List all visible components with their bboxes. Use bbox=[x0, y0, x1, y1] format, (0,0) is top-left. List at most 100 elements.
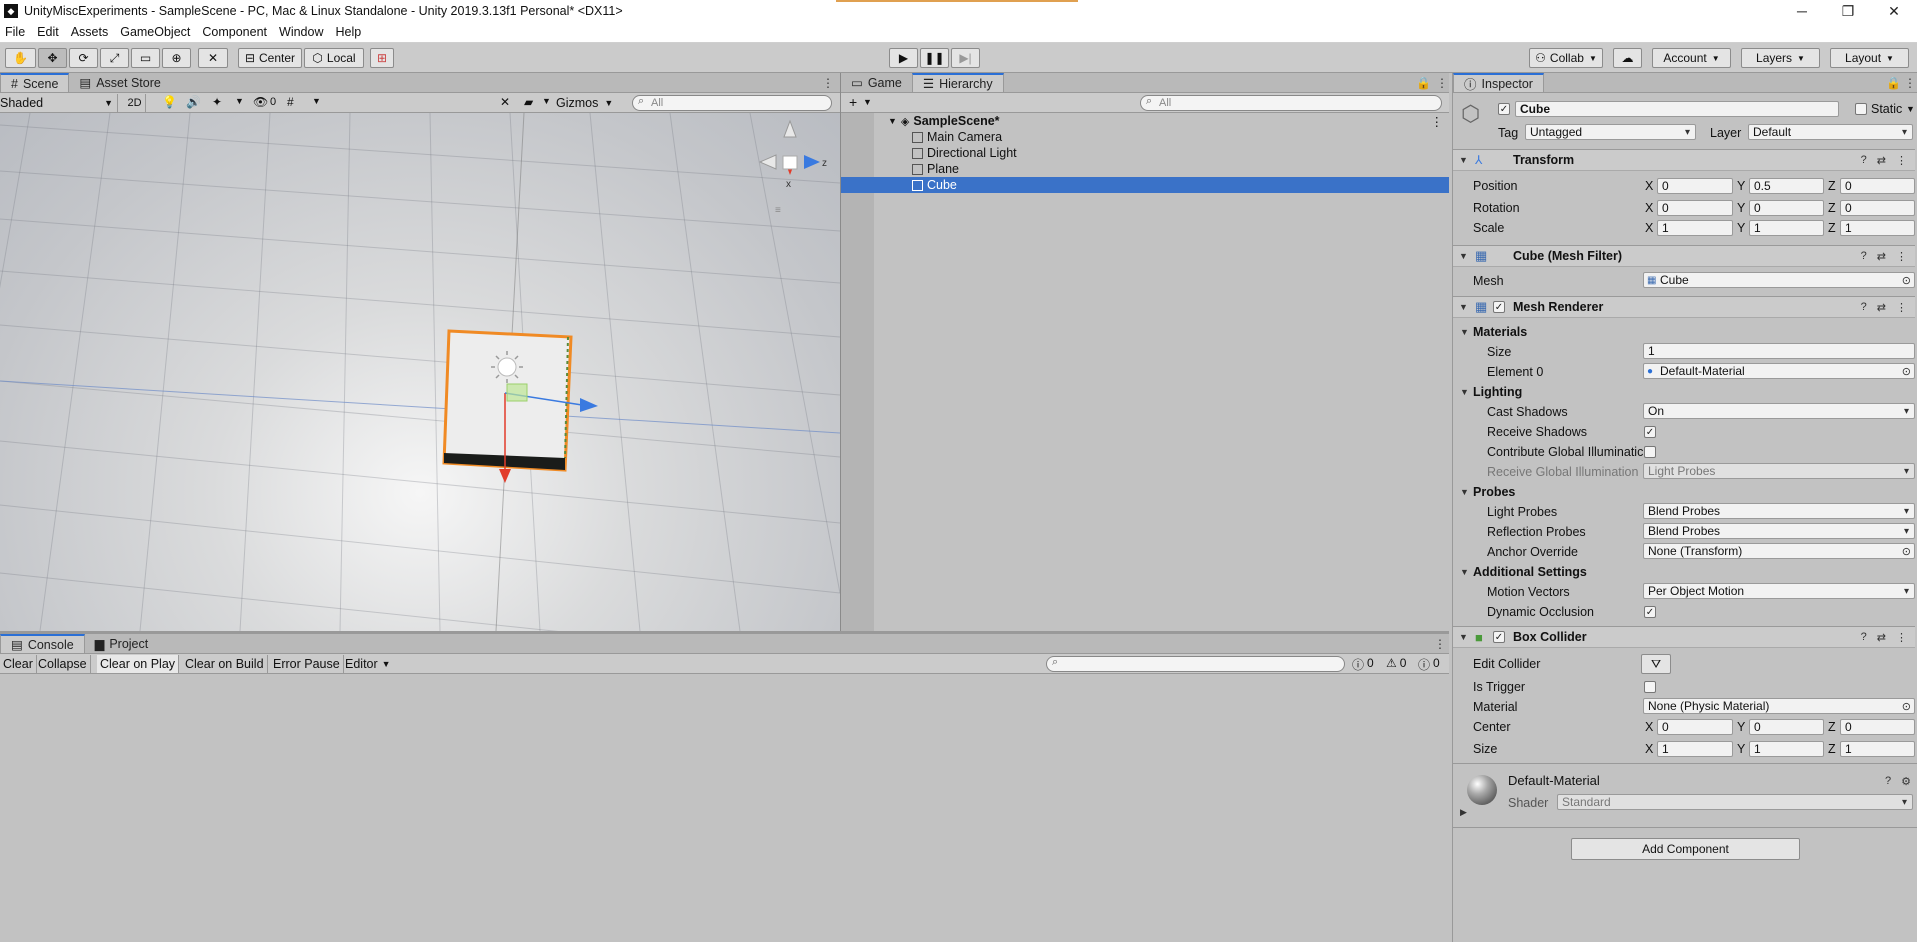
console-search-input[interactable] bbox=[1046, 656, 1345, 672]
tab-game[interactable]: ▭ Game bbox=[841, 73, 912, 92]
hierarchy-item-main-camera[interactable]: Main Camera bbox=[874, 129, 1449, 145]
hierarchy-scene-row[interactable]: ▼ ◈ SampleScene* ⋮ bbox=[874, 113, 1449, 129]
play-button[interactable]: ▶ bbox=[889, 48, 918, 68]
help-icon[interactable]: ? bbox=[1885, 775, 1891, 788]
preset-icon[interactable]: ⇄ bbox=[1877, 631, 1886, 644]
size-z-field[interactable]: 1 bbox=[1840, 741, 1915, 757]
hand-tool-button[interactable]: ✋ bbox=[5, 48, 36, 68]
menu-gameobject[interactable]: GameObject bbox=[115, 25, 197, 39]
error-pause-toggle[interactable]: Error Pause bbox=[270, 655, 344, 673]
grid-dropdown-icon[interactable]: ▼ bbox=[312, 96, 321, 106]
motion-vectors-dropdown[interactable]: Per Object Motion bbox=[1643, 583, 1915, 599]
help-icon[interactable]: ? bbox=[1861, 250, 1867, 263]
log-count-toggle[interactable]: ⓘ 0 bbox=[1352, 656, 1374, 673]
help-icon[interactable]: ? bbox=[1861, 301, 1867, 314]
console-log-area[interactable] bbox=[0, 675, 1449, 942]
layers-dropdown[interactable]: Layers ▼ bbox=[1741, 48, 1820, 68]
scene-viewport[interactable]: z x ≡ bbox=[0, 113, 840, 631]
receive-shadows-checkbox[interactable]: ✓ bbox=[1644, 426, 1656, 438]
editor-dropdown[interactable]: Editor ▼ bbox=[342, 655, 394, 673]
tab-project[interactable]: ▆ Project bbox=[85, 634, 159, 653]
clear-on-build-toggle[interactable]: Clear on Build bbox=[182, 655, 268, 673]
collapse-button[interactable]: Collapse bbox=[35, 655, 91, 673]
clear-on-play-toggle[interactable]: Clear on Play bbox=[97, 655, 180, 673]
tab-console[interactable]: ▤ Console bbox=[0, 634, 85, 653]
scene-panel-menu-icon[interactable]: ⋮ bbox=[822, 76, 834, 90]
scene-fold-icon[interactable]: ▼ bbox=[888, 116, 897, 126]
menu-component[interactable]: Component bbox=[197, 25, 274, 39]
mesh-object-field[interactable]: ▦ Cube bbox=[1643, 272, 1915, 288]
collider-material-field[interactable]: None (Physic Material) bbox=[1643, 698, 1915, 714]
fold-icon[interactable]: ▼ bbox=[1459, 632, 1468, 642]
component-menu-icon[interactable]: ⋮ bbox=[1896, 250, 1907, 263]
layout-dropdown[interactable]: Layout ▼ bbox=[1830, 48, 1909, 68]
material-fold-icon[interactable]: ▶ bbox=[1460, 807, 1467, 818]
hierarchy-menu-icon[interactable]: ⋮ bbox=[1436, 76, 1448, 90]
shader-dropdown[interactable]: Standard bbox=[1557, 794, 1913, 810]
inspector-menu-icon[interactable]: ⋮ bbox=[1904, 76, 1916, 90]
position-x-field[interactable]: 0 bbox=[1657, 178, 1733, 194]
create-dropdown-icon[interactable]: ▼ bbox=[863, 97, 872, 107]
rect-tool-button[interactable]: ▭ bbox=[131, 48, 160, 68]
effects-dropdown-icon[interactable]: ▼ bbox=[235, 96, 244, 106]
edit-collider-button[interactable]: ⛛ bbox=[1641, 654, 1671, 674]
add-component-button[interactable]: Add Component bbox=[1571, 838, 1800, 860]
rotation-z-field[interactable]: 0 bbox=[1840, 200, 1915, 216]
preset-icon[interactable]: ⇄ bbox=[1877, 250, 1886, 263]
rotation-y-field[interactable]: 0 bbox=[1749, 200, 1824, 216]
contribute-gi-checkbox[interactable] bbox=[1644, 446, 1656, 458]
close-button[interactable]: ✕ bbox=[1871, 0, 1917, 22]
box-collider-header[interactable]: ▼ ■ ✓ Box Collider ? ⇄ ⋮ bbox=[1453, 626, 1915, 648]
tag-dropdown[interactable]: Untagged bbox=[1525, 124, 1696, 140]
error-count-toggle[interactable]: ⓘ 0 bbox=[1418, 656, 1440, 673]
material-preview-sphere[interactable] bbox=[1467, 775, 1497, 805]
position-y-field[interactable]: 0.5 bbox=[1749, 178, 1824, 194]
tab-hierarchy[interactable]: ☰ Hierarchy bbox=[911, 73, 1004, 92]
materials-fold-icon[interactable]: ▼ bbox=[1460, 327, 1469, 337]
lighting-fold-icon[interactable]: ▼ bbox=[1460, 387, 1469, 397]
anchor-override-field[interactable]: None (Transform) bbox=[1643, 543, 1915, 559]
transform-header[interactable]: ▼ ⅄ Transform ? ⇄ ⋮ bbox=[1453, 149, 1915, 171]
tab-asset-store[interactable]: ▤ Asset Store bbox=[69, 73, 170, 92]
warning-count-toggle[interactable]: ⚠ 0 bbox=[1386, 656, 1406, 670]
mesh-renderer-header[interactable]: ▼ ▦ ✓ Mesh Renderer ? ⇄ ⋮ bbox=[1453, 296, 1915, 318]
object-name-field[interactable]: Cube bbox=[1515, 101, 1839, 117]
shading-mode-dropdown[interactable]: Shaded ▼ bbox=[0, 94, 118, 112]
gizmo-menu-icon[interactable]: ≡ bbox=[775, 205, 781, 216]
move-arrow-z[interactable] bbox=[580, 398, 598, 412]
move-plane-handle[interactable] bbox=[506, 383, 528, 402]
hierarchy-item-plane[interactable]: Plane bbox=[874, 161, 1449, 177]
create-add-icon[interactable]: + bbox=[849, 94, 857, 110]
materials-size-field[interactable]: 1 bbox=[1643, 343, 1915, 359]
active-checkbox[interactable]: ✓ bbox=[1498, 103, 1510, 115]
transform-tool-button[interactable]: ⊕ bbox=[162, 48, 191, 68]
menu-window[interactable]: Window bbox=[274, 25, 330, 39]
audio-toggle-icon[interactable]: 🔊 bbox=[186, 95, 201, 109]
scale-x-field[interactable]: 1 bbox=[1657, 220, 1733, 236]
scene-search-input[interactable]: All bbox=[632, 95, 832, 111]
directional-light-gizmo[interactable] bbox=[497, 357, 517, 377]
minimize-button[interactable]: ─ bbox=[1779, 0, 1825, 22]
element0-object-field[interactable]: ● Default-Material bbox=[1643, 363, 1915, 379]
clear-button[interactable]: Clear bbox=[0, 655, 37, 673]
inspector-lock-icon[interactable]: 🔒 bbox=[1886, 76, 1901, 90]
is-trigger-checkbox[interactable] bbox=[1644, 681, 1656, 693]
fold-icon[interactable]: ▼ bbox=[1459, 302, 1468, 312]
gear-icon[interactable]: ⚙ bbox=[1901, 775, 1911, 788]
tab-scene[interactable]: # Scene bbox=[0, 73, 70, 92]
size-y-field[interactable]: 1 bbox=[1749, 741, 1824, 757]
center-z-field[interactable]: 0 bbox=[1840, 719, 1915, 735]
position-z-field[interactable]: 0 bbox=[1840, 178, 1915, 194]
orientation-gizmo[interactable] bbox=[758, 119, 820, 175]
grid-snap-button[interactable]: ⊞ bbox=[370, 48, 394, 68]
tools-settings-icon[interactable]: ✕ bbox=[500, 95, 510, 109]
scene-visibility-icon[interactable]: 👁 bbox=[253, 95, 268, 109]
additional-settings-fold-icon[interactable]: ▼ bbox=[1460, 567, 1469, 577]
pivot-rotation-button[interactable]: ⬡ Local bbox=[304, 48, 364, 68]
static-dropdown-icon[interactable]: ▼ bbox=[1906, 104, 1915, 114]
menu-edit[interactable]: Edit bbox=[32, 25, 66, 39]
move-arrow-x[interactable] bbox=[499, 469, 511, 483]
mesh-renderer-enabled-checkbox[interactable]: ✓ bbox=[1493, 301, 1505, 313]
scene-canvas[interactable]: z x ≡ bbox=[0, 113, 840, 631]
camera-dropdown-icon[interactable]: ▼ bbox=[542, 96, 551, 106]
